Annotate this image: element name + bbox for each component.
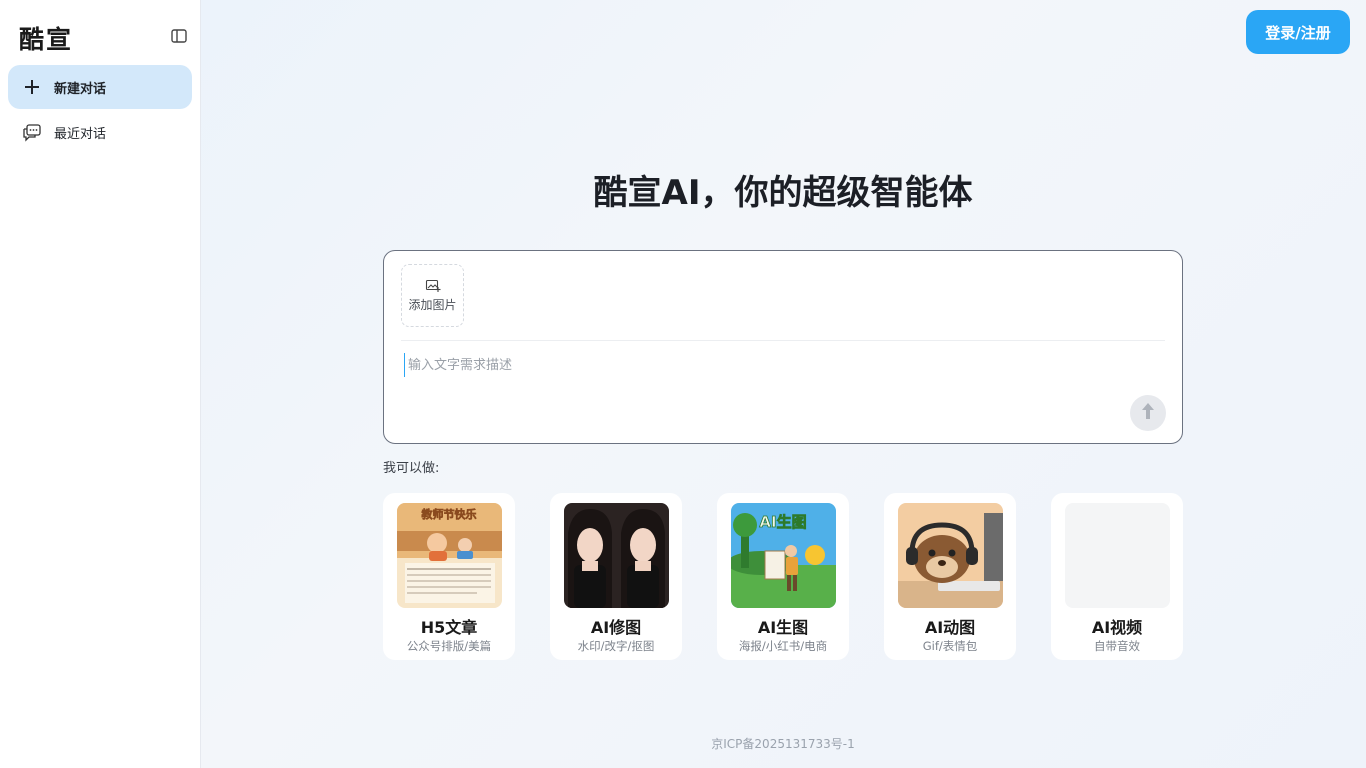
card-subtitle: 公众号排版/美篇 [406,639,492,653]
card-subtitle: Gif/表情包 [922,639,978,653]
feature-card-ai-retouch[interactable]: AI修图 水印/改字/抠图 [550,493,682,660]
card-subtitle: 海报/小红书/电商 [738,639,828,653]
ai-retouch-thumbnail [564,503,669,608]
h5-article-thumbnail: 教师节快乐 [397,503,502,608]
arrow-up-icon [1140,401,1156,425]
feature-card-ai-animation[interactable]: AI动图 Gif/表情包 [884,493,1016,660]
sidebar-item-new-chat[interactable]: 新建对话 [8,65,192,109]
plus-icon [22,77,42,97]
ai-image-thumb-text: AI生图 [759,513,806,531]
ai-animation-thumbnail [898,503,1003,608]
icp-footer-link[interactable]: 京ICP备2025131733号-1 [383,735,1183,752]
feature-card-ai-image-gen[interactable]: AI生图 AI生图 海报/小红书/电商 [717,493,849,660]
sidebar-item-label: 最近对话 [54,126,107,142]
card-title: AI生图 [757,618,809,637]
card-title: AI修图 [590,618,642,637]
divider [401,340,1165,341]
ai-video-thumbnail-placeholder [1065,503,1170,608]
h5-thumb-text: 教师节快乐 [421,507,477,521]
brand-logo[interactable]: 酷宣 [19,20,73,56]
sidebar-toggle-icon[interactable] [170,27,188,45]
login-register-button[interactable]: 登录/注册 [1246,10,1350,54]
add-image-button[interactable]: 添加图片 [401,264,464,327]
send-button[interactable] [1130,395,1166,431]
prompt-input[interactable] [404,353,1144,377]
add-image-label: 添加图片 [408,298,457,312]
card-title: AI视频 [1091,618,1143,637]
image-add-icon [425,278,441,292]
sidebar: 酷宣 新建对话 最近对话 [0,0,201,768]
feature-card-h5-article[interactable]: 教师节快乐 H5文章 公众号排版/美篇 [383,493,515,660]
page-title: 酷宣AI，你的超级智能体 [593,173,973,213]
card-subtitle: 水印/改字/抠图 [577,639,655,653]
capabilities-heading: 我可以做: [383,461,440,476]
card-title: AI动图 [924,618,976,637]
card-subtitle: 自带音效 [1094,639,1140,653]
sidebar-item-recent-chats[interactable]: 最近对话 [8,110,192,154]
feature-card-ai-video[interactable]: AI视频 自带音效 [1051,493,1183,660]
card-title: H5文章 [420,618,478,637]
prompt-composer: 添加图片 [383,250,1183,444]
ai-image-gen-thumbnail: AI生图 [731,503,836,608]
chat-bubbles-icon [22,122,42,142]
sidebar-item-label: 新建对话 [54,81,107,97]
